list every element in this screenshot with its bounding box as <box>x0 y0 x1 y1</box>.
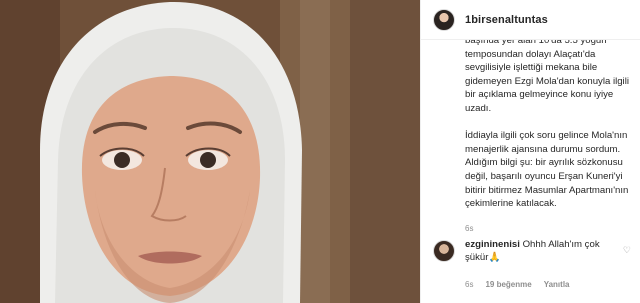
author-avatar[interactable] <box>433 8 455 31</box>
caption-timestamp[interactable]: 6s <box>465 224 633 234</box>
caption-paragraph: başında yer alan 10'da 5.5 yoğun temposu… <box>465 40 629 114</box>
post-caption: başında yer alan 10'da 5.5 yoğun temposu… <box>465 40 633 234</box>
portrait-photo <box>0 0 420 303</box>
comment-item: ezgininenisi Ohhh Allah'ım çok şükür🙏 ♡ <box>433 238 633 264</box>
reply-button[interactable]: Yanıtla <box>544 280 570 290</box>
caption-paragraph: İddiayla ilgili çok soru gelince Mola'nı… <box>465 130 629 210</box>
comment-body: ezgininenisi Ohhh Allah'ım çok şükür🙏 <box>465 238 615 264</box>
heart-outline-icon[interactable]: ♡ <box>623 246 631 255</box>
post-header: 1birsenaltuntas <box>421 0 640 40</box>
comment-time[interactable]: 6s <box>465 280 473 290</box>
comment-meta: 6s 19 beğenme Yanıtla <box>465 280 570 290</box>
post-side-panel: 1birsenaltuntas başında yer alan 10'da 5… <box>420 0 640 303</box>
caption-scroll-area[interactable]: başında yer alan 10'da 5.5 yoğun temposu… <box>421 40 640 236</box>
author-username[interactable]: 1birsenaltuntas <box>465 14 548 26</box>
commenter-avatar[interactable] <box>433 240 455 262</box>
post-media-image[interactable] <box>0 0 420 303</box>
comment-likes[interactable]: 19 beğenme <box>485 280 531 290</box>
commenter-username[interactable]: ezgininenisi <box>465 239 520 250</box>
